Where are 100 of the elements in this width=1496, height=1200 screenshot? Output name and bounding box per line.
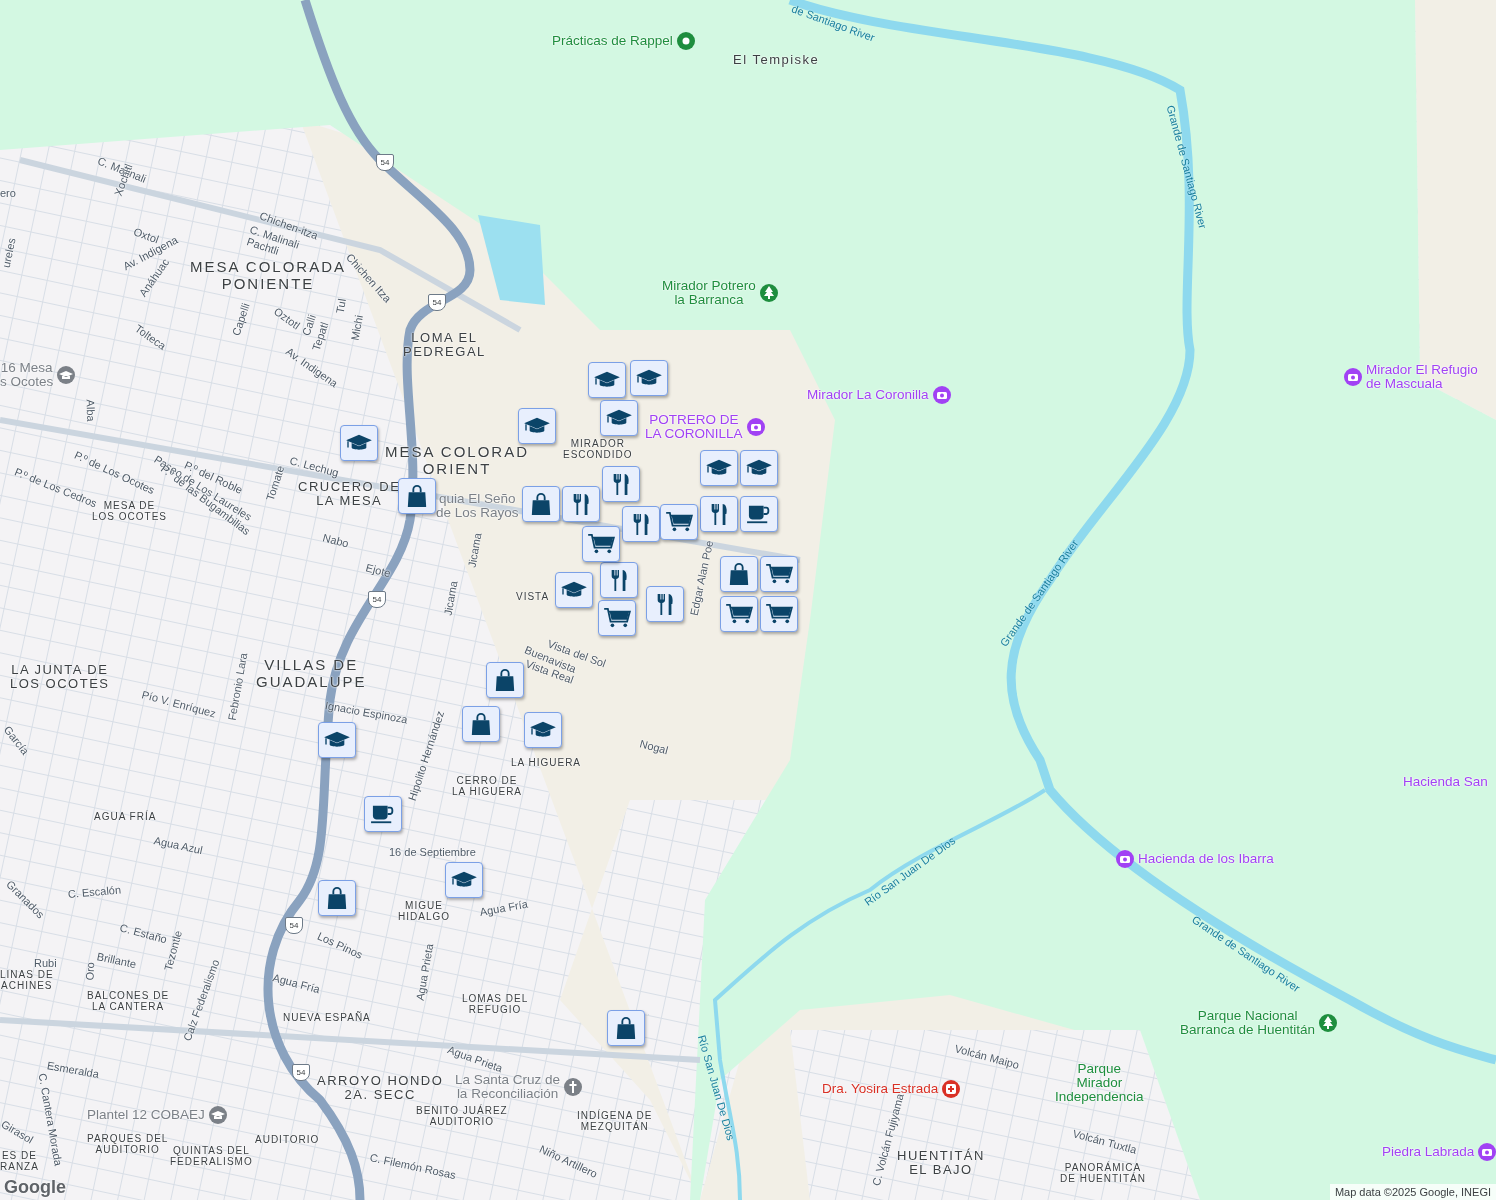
map-marker[interactable]: [562, 486, 600, 522]
map-marker[interactable]: [700, 496, 738, 532]
place-label[interactable]: POTRERO DE LA CORONILLA: [645, 413, 743, 442]
street-label: Ejote: [364, 562, 392, 580]
place-label[interactable]: Prácticas de Rappel: [552, 33, 673, 49]
map-marker[interactable]: [660, 504, 698, 540]
shopping-cart-icon: [765, 563, 793, 585]
street-label: C. Filemón Rosas: [368, 1152, 457, 1182]
camera-icon[interactable]: [1477, 1142, 1496, 1162]
place-label[interactable]: Hacienda San: [1403, 775, 1488, 790]
place-label[interactable]: Piedra Labrada: [1382, 1144, 1475, 1160]
street-label: Capelli: [230, 301, 252, 338]
map-marker[interactable]: [740, 450, 778, 486]
place-label[interactable]: Plantel 12 COBAEJ: [87, 1107, 205, 1123]
map-marker[interactable]: [720, 596, 758, 632]
map-marker[interactable]: [522, 486, 560, 522]
area-label: CRUCERO DE LA MESA: [298, 480, 401, 509]
graduation-cap-icon[interactable]: [207, 1105, 228, 1125]
shopping-bag-icon: [615, 1016, 637, 1040]
street-label: Jicama: [442, 580, 460, 617]
place-label[interactable]: Mirador La Coronilla: [807, 387, 929, 403]
street-label: Brillante: [95, 951, 137, 971]
area-label: MIGUE HIDALGO: [398, 900, 450, 922]
shopping-bag-icon: [530, 492, 552, 516]
place-label[interactable]: 16 Mesa s Ocotes: [0, 361, 54, 390]
map-marker[interactable]: [398, 478, 436, 514]
medical-cross-icon[interactable]: [941, 1079, 962, 1099]
coffee-cup-icon: [370, 803, 396, 825]
map-marker[interactable]: [524, 712, 562, 748]
map-marker[interactable]: [364, 796, 402, 832]
street-label: Volcán Maipo: [953, 1043, 1021, 1071]
highway-shield: 54: [292, 1064, 310, 1081]
map-marker[interactable]: [760, 556, 798, 592]
map-marker[interactable]: [588, 362, 626, 398]
map-marker[interactable]: [700, 450, 738, 486]
street-label: C. Estaño: [118, 922, 169, 946]
highway-shield: 54: [376, 154, 394, 171]
street-label: 16 de Septiembre: [389, 847, 476, 858]
map-marker[interactable]: [630, 360, 668, 396]
area-label: QUINTAS DEL FEDERALISMO: [170, 1145, 253, 1167]
graduation-cap-icon[interactable]: [56, 365, 77, 386]
tree-icon[interactable]: [758, 283, 779, 304]
place-label[interactable]: quia El Seño de Los Rayos: [436, 492, 519, 521]
cross-icon[interactable]: [563, 1077, 584, 1098]
camera-icon[interactable]: [931, 385, 952, 405]
river-label: Grande de Santiago River: [1164, 104, 1209, 230]
street-label: Nogal: [638, 738, 670, 757]
map-marker[interactable]: [598, 600, 636, 636]
map-marker[interactable]: [740, 496, 778, 532]
map-marker[interactable]: [518, 408, 556, 444]
place-label[interactable]: Parque Nacional Barranca de Huentitán: [1180, 1009, 1316, 1038]
area-label: INDÍGENA DE MEZQUITÁN: [577, 1110, 653, 1132]
camera-icon[interactable]: [1343, 367, 1363, 388]
map-marker[interactable]: [602, 466, 640, 502]
map-marker[interactable]: [720, 556, 758, 592]
map-attribution: Map data ©2025 Google, INEGI: [1329, 1184, 1496, 1200]
area-label: AUDITORIO: [255, 1134, 320, 1145]
area-label: AGUA FRÍA: [94, 811, 157, 822]
map-marker[interactable]: [600, 400, 638, 436]
street-label: Michi: [349, 314, 365, 342]
map-marker[interactable]: [760, 596, 798, 632]
street-label: Agua Azul: [152, 835, 204, 857]
highway-shield: 54: [368, 591, 386, 608]
map-marker[interactable]: [340, 425, 378, 461]
area-label: NUEVA ESPAÑA: [283, 1012, 371, 1023]
street-label: Agua Prieta: [414, 942, 436, 1002]
map-marker[interactable]: [318, 722, 356, 758]
area-label: LA HIGUERA: [511, 757, 582, 768]
place-label[interactable]: Mirador El Refugio de Mascuala: [1366, 363, 1478, 392]
map-marker[interactable]: [555, 572, 593, 608]
camera-icon[interactable]: [745, 417, 766, 438]
shopping-cart-icon: [725, 603, 753, 625]
area-label: PANORÁMICA DE HUENTITÁN: [1060, 1162, 1146, 1184]
street-label: Agua Prieta: [446, 1044, 504, 1075]
map-marker[interactable]: [607, 1010, 645, 1046]
map-marker[interactable]: [318, 880, 356, 916]
tree-icon[interactable]: [1318, 1013, 1339, 1034]
map-marker[interactable]: [646, 586, 684, 622]
street-label: C. Escalón: [67, 884, 122, 900]
shopping-cart-icon: [603, 607, 631, 629]
river-label: Río San Juan De Dios: [862, 835, 958, 908]
map-marker[interactable]: [622, 506, 660, 542]
map-marker[interactable]: [445, 862, 483, 898]
map-marker[interactable]: [462, 706, 500, 742]
area-label: CERRO DE LA HIGUERA: [452, 775, 523, 797]
shopping-bag-icon: [728, 562, 750, 586]
circle-dot-icon[interactable]: [675, 31, 696, 51]
place-label[interactable]: Parque Mirador Independencia: [1055, 1062, 1144, 1105]
place-label[interactable]: La Santa Cruz de la Reconciliación: [455, 1073, 561, 1102]
street-label: ureles: [0, 237, 18, 269]
map-marker[interactable]: [600, 562, 638, 598]
highway-shield: 54: [285, 917, 303, 934]
map-marker[interactable]: [582, 526, 620, 562]
map-marker[interactable]: [486, 662, 524, 698]
camera-icon[interactable]: [1115, 849, 1135, 869]
place-label[interactable]: Mirador Potrero la Barranca: [662, 279, 756, 308]
place-label[interactable]: Hacienda de los Ibarra: [1138, 851, 1274, 867]
highway-shield: 54: [428, 294, 446, 311]
street-label: Volcán Tuxtla: [1071, 1128, 1138, 1156]
area-label: El Tempiske: [733, 53, 820, 68]
